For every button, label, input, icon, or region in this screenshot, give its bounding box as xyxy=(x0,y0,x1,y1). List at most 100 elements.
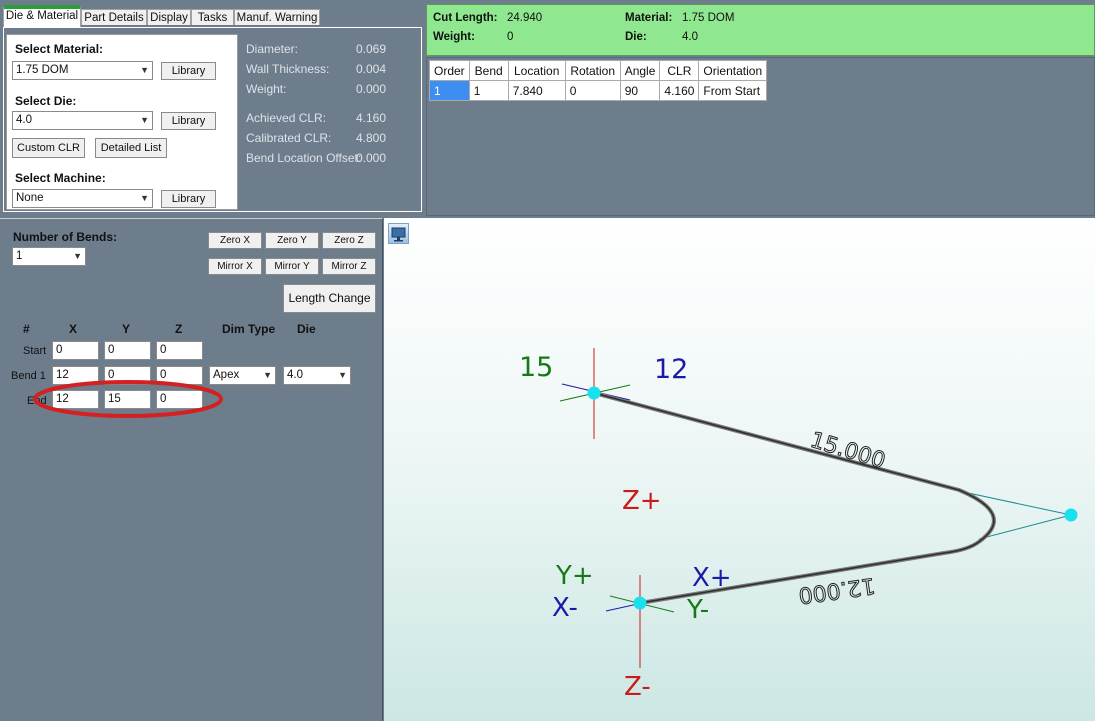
x-plus-label: X+ xyxy=(692,563,732,593)
tab-display[interactable]: Display xyxy=(147,9,191,25)
cell-orientation[interactable]: From Start xyxy=(698,80,768,101)
spec-wall-thickness-label: Wall Thickness: xyxy=(246,62,330,76)
start-node-point[interactable] xyxy=(633,596,647,610)
machine-select[interactable]: None ▼ xyxy=(12,189,153,208)
tab-die-material[interactable]: Die & Material xyxy=(3,5,81,27)
cut-length-value: 24.940 xyxy=(507,12,543,24)
chevron-down-icon: ▼ xyxy=(73,251,82,261)
chevron-down-icon: ▼ xyxy=(140,193,149,203)
die-library-button[interactable]: Library xyxy=(161,112,216,130)
end-x-value-label: 12 xyxy=(654,354,688,385)
mirror-z-button[interactable]: Mirror Z xyxy=(322,258,376,275)
machine-select-value: None xyxy=(16,192,44,204)
col-x-header: X xyxy=(69,322,78,336)
y-plus-label: Y+ xyxy=(555,561,594,591)
chevron-down-icon: ▼ xyxy=(140,65,149,75)
mirror-x-button[interactable]: Mirror X xyxy=(208,258,262,275)
col-angle[interactable]: Angle xyxy=(619,60,661,81)
detailed-list-button[interactable]: Detailed List xyxy=(95,138,167,158)
summary-panel: Cut Length: 24.940 Weight: 0 Material: 1… xyxy=(426,4,1095,56)
zero-x-button[interactable]: Zero X xyxy=(208,232,262,249)
weight-value: 0 xyxy=(507,31,514,43)
bends-editor-panel: Number of Bends: 1 ▼ Zero X Zero Y Zero … xyxy=(0,218,383,721)
spec-diameter-label: Diameter: xyxy=(246,42,299,56)
die-material-panel: Select Material: 1.75 DOM ▼ Library Sele… xyxy=(3,27,422,212)
select-machine-label: Select Machine: xyxy=(15,171,106,185)
spec-weight-value: 0.000 xyxy=(356,82,387,96)
bend-table-panel: Order Bend Location Rotation Angle CLR O… xyxy=(426,57,1095,216)
chevron-down-icon: ▼ xyxy=(140,115,149,125)
tab-tasks[interactable]: Tasks xyxy=(191,9,234,25)
apex-node-point[interactable] xyxy=(1064,508,1078,522)
start-x-field[interactable]: 0 xyxy=(52,341,99,360)
bend-table-header-row: Order Bend Location Rotation Angle CLR O… xyxy=(429,60,768,81)
tab-manuf-warning[interactable]: Manuf. Warning xyxy=(234,9,320,25)
summary-material-value: 1.75 DOM xyxy=(682,12,735,24)
spec-achieved-clr-label: Achieved CLR: xyxy=(246,111,327,125)
end-node-point[interactable] xyxy=(587,386,601,400)
col-location[interactable]: Location xyxy=(507,60,566,81)
start-z-field[interactable]: 0 xyxy=(156,341,203,360)
col-orientation[interactable]: Orientation xyxy=(698,60,768,81)
spec-bend-offset-value: 0.000 xyxy=(356,151,387,165)
summary-die-label: Die: xyxy=(625,31,647,43)
col-bend[interactable]: Bend xyxy=(468,60,509,81)
mirror-y-button[interactable]: Mirror Y xyxy=(265,258,319,275)
chevron-down-icon: ▼ xyxy=(338,370,347,380)
select-material-label: Select Material: xyxy=(15,42,104,56)
zero-z-button[interactable]: Zero Z xyxy=(322,232,376,249)
number-of-bends-select[interactable]: 1 ▼ xyxy=(12,247,86,266)
y-minus-label: Y- xyxy=(686,595,709,625)
highlight-ellipse xyxy=(33,380,223,418)
cell-clr[interactable]: 4.160 xyxy=(659,80,700,101)
custom-clr-button[interactable]: Custom CLR xyxy=(12,138,85,158)
number-of-bends-value: 1 xyxy=(16,250,23,262)
dim-label-lower: 12.000 xyxy=(797,572,877,607)
col-order[interactable]: Order xyxy=(429,60,470,81)
z-plus-label: Z+ xyxy=(622,486,662,516)
weight-label: Weight: xyxy=(433,31,475,43)
spec-weight-label: Weight: xyxy=(246,82,287,96)
bend1-die-select[interactable]: 4.0 ▼ xyxy=(283,366,351,385)
col-number-header: # xyxy=(23,322,30,336)
col-y-header: Y xyxy=(122,322,131,336)
material-selection-box: Select Material: 1.75 DOM ▼ Library Sele… xyxy=(6,34,238,210)
bend-table: Order Bend Location Rotation Angle CLR O… xyxy=(429,60,768,101)
apex-construction-upper xyxy=(958,490,1072,516)
machine-library-button[interactable]: Library xyxy=(161,190,216,208)
table-row[interactable]: 1 1 7.840 0 90 4.160 From Start xyxy=(429,80,768,101)
cell-location[interactable]: 7.840 xyxy=(507,80,566,101)
col-rotation[interactable]: Rotation xyxy=(564,60,621,81)
die-select[interactable]: 4.0 ▼ xyxy=(12,111,153,130)
end-y-value-label: 15 xyxy=(519,352,553,383)
start-y-field[interactable]: 0 xyxy=(104,341,151,360)
bend1-die-value: 4.0 xyxy=(287,369,303,381)
3d-viewer[interactable]: 15.000 12.000 15 12 Z+ Y+ X- X+ Y- Z- xyxy=(384,218,1095,721)
material-library-button[interactable]: Library xyxy=(161,62,216,80)
die-select-value: 4.0 xyxy=(16,114,32,126)
cell-angle[interactable]: 90 xyxy=(619,80,661,101)
col-z-header: Z xyxy=(175,322,183,336)
length-change-button[interactable]: Length Change xyxy=(283,284,376,313)
col-clr[interactable]: CLR xyxy=(659,60,700,81)
summary-die-value: 4.0 xyxy=(682,31,698,43)
number-of-bends-label: Number of Bends: xyxy=(13,230,118,244)
cell-rotation[interactable]: 0 xyxy=(564,80,621,101)
zero-y-button[interactable]: Zero Y xyxy=(265,232,319,249)
start-row-label: Start xyxy=(23,345,47,357)
spec-achieved-clr-value: 4.160 xyxy=(356,111,387,125)
summary-material-label: Material: xyxy=(625,12,673,24)
cell-order[interactable]: 1 xyxy=(429,80,470,101)
tab-bar: Die & Material Part Details Display Task… xyxy=(0,0,425,27)
spec-wall-thickness-value: 0.004 xyxy=(356,62,387,76)
tab-part-details[interactable]: Part Details xyxy=(81,9,147,25)
z-minus-label: Z- xyxy=(624,672,651,702)
spec-calibrated-clr-label: Calibrated CLR: xyxy=(246,131,332,145)
cell-bend[interactable]: 1 xyxy=(468,80,509,101)
chevron-down-icon: ▼ xyxy=(263,370,272,380)
cut-length-label: Cut Length: xyxy=(433,12,498,24)
col-die-header: Die xyxy=(297,322,316,336)
material-select-value: 1.75 DOM xyxy=(16,64,69,76)
select-die-label: Select Die: xyxy=(15,94,77,108)
material-select[interactable]: 1.75 DOM ▼ xyxy=(12,61,153,80)
